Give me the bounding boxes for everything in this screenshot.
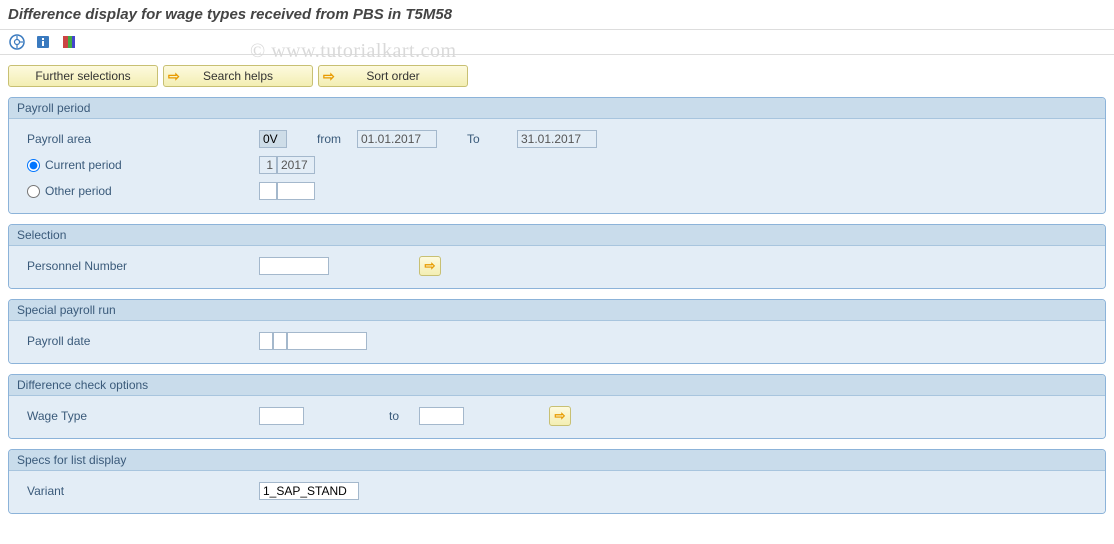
page-title: Difference display for wage types receiv… bbox=[0, 0, 1114, 29]
wage-type-to-input[interactable] bbox=[419, 407, 464, 425]
button-label: Further selections bbox=[35, 69, 130, 83]
variant-label: Variant bbox=[19, 484, 259, 498]
arrow-right-icon: ⇨ bbox=[168, 68, 180, 85]
payroll-area-label: Payroll area bbox=[19, 132, 259, 146]
current-period-year bbox=[277, 156, 315, 174]
arrow-right-icon: ⇨ bbox=[555, 408, 566, 424]
search-helps-button[interactable]: ⇨ Search helps bbox=[163, 65, 313, 87]
current-period-radio[interactable]: Current period bbox=[27, 158, 259, 172]
special-payroll-section: Special payroll run Payroll date bbox=[8, 299, 1106, 364]
other-period-radio-input[interactable] bbox=[27, 185, 40, 198]
personnel-number-input[interactable] bbox=[259, 257, 329, 275]
diff-check-section: Difference check options Wage Type to ⇨ bbox=[8, 374, 1106, 439]
other-period-year-input[interactable] bbox=[277, 182, 315, 200]
current-period-label: Current period bbox=[45, 158, 122, 172]
wage-type-from-input[interactable] bbox=[259, 407, 304, 425]
selection-section: Selection Personnel Number ⇨ bbox=[8, 224, 1106, 289]
other-period-radio[interactable]: Other period bbox=[27, 184, 259, 198]
section-title: Special payroll run bbox=[9, 300, 1105, 321]
current-period-radio-input[interactable] bbox=[27, 159, 40, 172]
arrow-right-icon: ⇨ bbox=[425, 258, 436, 274]
further-selections-button[interactable]: Further selections bbox=[8, 65, 158, 87]
section-title: Payroll period bbox=[9, 98, 1105, 119]
button-label: Search helps bbox=[203, 69, 273, 83]
wage-type-label: Wage Type bbox=[19, 409, 259, 423]
variant-icon[interactable] bbox=[60, 33, 78, 51]
specs-section: Specs for list display Variant bbox=[8, 449, 1106, 514]
payroll-period-section: Payroll period Payroll area from To Curr… bbox=[8, 97, 1106, 214]
payroll-area-input[interactable] bbox=[259, 130, 287, 148]
to-label: To bbox=[467, 132, 497, 146]
button-label: Sort order bbox=[366, 69, 419, 83]
to-date-display bbox=[517, 130, 597, 148]
multiple-selection-button[interactable]: ⇨ bbox=[549, 406, 571, 426]
multiple-selection-button[interactable]: ⇨ bbox=[419, 256, 441, 276]
execute-icon[interactable] bbox=[8, 33, 26, 51]
variant-input[interactable] bbox=[259, 482, 359, 500]
personnel-number-label: Personnel Number bbox=[19, 259, 259, 273]
from-label: from bbox=[317, 132, 357, 146]
payroll-date-input-3[interactable] bbox=[287, 332, 367, 350]
other-period-num-input[interactable] bbox=[259, 182, 277, 200]
section-title: Specs for list display bbox=[9, 450, 1105, 471]
payroll-date-input-2[interactable] bbox=[273, 332, 287, 350]
sort-order-button[interactable]: ⇨ Sort order bbox=[318, 65, 468, 87]
toolbar bbox=[0, 29, 1114, 55]
info-icon[interactable] bbox=[34, 33, 52, 51]
other-period-label: Other period bbox=[45, 184, 112, 198]
section-title: Selection bbox=[9, 225, 1105, 246]
section-title: Difference check options bbox=[9, 375, 1105, 396]
arrow-right-icon: ⇨ bbox=[323, 68, 335, 85]
to-label: to bbox=[389, 409, 419, 423]
payroll-date-input-1[interactable] bbox=[259, 332, 273, 350]
from-date-display bbox=[357, 130, 437, 148]
current-period-num bbox=[259, 156, 277, 174]
payroll-date-label: Payroll date bbox=[19, 334, 259, 348]
